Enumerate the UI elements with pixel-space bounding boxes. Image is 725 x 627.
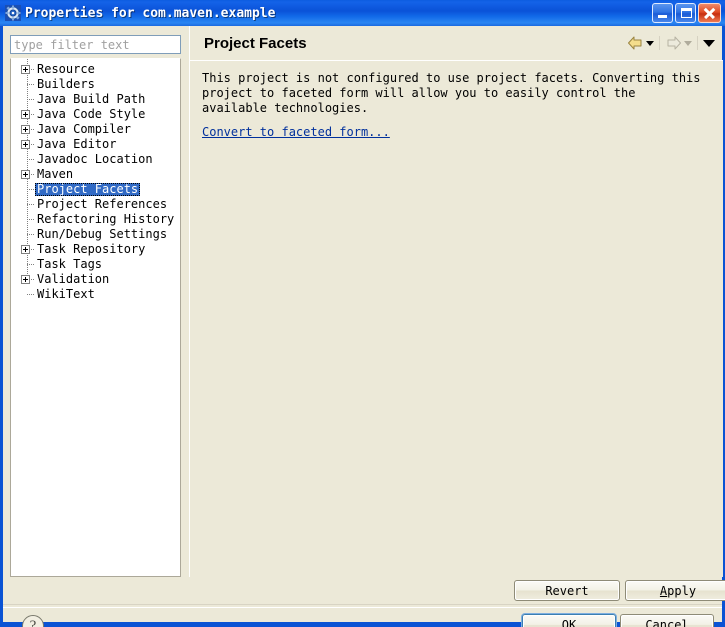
- expand-plus-icon[interactable]: [21, 110, 30, 119]
- tree-item-project-facets[interactable]: Project Facets: [11, 182, 180, 197]
- tree-item-label: Java Editor: [37, 137, 117, 151]
- forward-history-chevron-down-icon: [684, 40, 692, 46]
- tree-item-task-repository[interactable]: Task Repository: [11, 242, 180, 257]
- tree-item-java-code-style[interactable]: Java Code Style: [11, 107, 180, 122]
- tree-connector-stub: [27, 204, 34, 205]
- expand-plus-icon[interactable]: [21, 140, 30, 149]
- tree-item-label: Task Repository: [37, 242, 146, 256]
- back-history-chevron-down-icon[interactable]: [646, 40, 654, 46]
- window-title: Properties for com.maven.example: [25, 5, 276, 21]
- tree-item-task-tags[interactable]: Task Tags: [11, 257, 180, 272]
- tree-item-label: Javadoc Location: [37, 152, 153, 166]
- gear-icon: [5, 5, 21, 21]
- tree-item-wikitext[interactable]: WikiText: [11, 287, 180, 302]
- tree-item-java-compiler[interactable]: Java Compiler: [11, 122, 180, 137]
- tree-item-java-build-path[interactable]: Java Build Path: [11, 92, 180, 107]
- tree-item-maven[interactable]: Maven: [11, 167, 180, 182]
- tree-connector-stub: [27, 189, 34, 190]
- page-header: Project Facets: [190, 26, 723, 60]
- apply-button-label-mnemonic: A: [659, 583, 668, 598]
- tree-connector-stub: [27, 99, 34, 100]
- apply-button-row: Revert Apply: [189, 577, 725, 607]
- apply-button[interactable]: Apply: [625, 580, 725, 601]
- convert-to-faceted-form-link[interactable]: Convert to faceted form...: [202, 125, 390, 139]
- tree-item-builders[interactable]: Builders: [11, 77, 180, 92]
- forward-arrow-icon: [665, 35, 682, 51]
- window-controls: [652, 3, 721, 23]
- tree-item-label: Validation: [37, 272, 110, 286]
- tree-item-label: Project Facets: [35, 182, 141, 196]
- close-button[interactable]: [698, 3, 721, 23]
- tree-item-resource[interactable]: Resource: [11, 62, 180, 77]
- back-arrow-icon[interactable]: [627, 35, 644, 51]
- tree-item-refactoring-history[interactable]: Refactoring History: [11, 212, 180, 227]
- tree-item-label: Refactoring History: [37, 212, 175, 226]
- page-nav-toolbar: [627, 35, 715, 51]
- dialog-client-area: type filter text Resource Builders Java Bu…: [3, 26, 725, 627]
- tree-item-label: Java Compiler: [37, 122, 131, 136]
- settings-tree-pane: type filter text Resource Builders Java Bu…: [3, 26, 189, 577]
- title-bar[interactable]: Properties for com.maven.example: [0, 0, 725, 26]
- tree-item-project-references[interactable]: Project References: [11, 197, 180, 212]
- toolbar-separator-2: [697, 36, 698, 50]
- tree-item-label: Resource: [37, 62, 95, 76]
- tree-item-label: Java Build Path: [37, 92, 146, 106]
- page-title: Project Facets: [204, 34, 307, 52]
- tree-item-javadoc-location[interactable]: Javadoc Location: [11, 152, 180, 167]
- expand-plus-icon[interactable]: [21, 65, 30, 74]
- apply-button-label-rest: pply: [667, 583, 697, 598]
- tree-item-run-debug-settings[interactable]: Run/Debug Settings: [11, 227, 180, 242]
- tree-connector-stub: [27, 219, 34, 220]
- tree-connector-stub: [27, 294, 34, 295]
- tree-connector-stub: [27, 234, 34, 235]
- tree-item-validation[interactable]: Validation: [11, 272, 180, 287]
- tree-item-label: Run/Debug Settings: [37, 227, 168, 241]
- tree-connector-stub: [27, 84, 34, 85]
- filter-input[interactable]: type filter text: [10, 35, 181, 54]
- expand-plus-icon[interactable]: [21, 275, 30, 284]
- expand-plus-icon[interactable]: [21, 125, 30, 134]
- page-description: This project is not configured to use pr…: [202, 71, 701, 115]
- tree-item-label: Maven: [37, 167, 74, 181]
- settings-tree[interactable]: Resource Builders Java Build Path Java Code…: [10, 58, 181, 577]
- tree-item-label: Task Tags: [37, 257, 103, 271]
- footer-divider: [3, 604, 722, 605]
- tree-item-java-editor[interactable]: Java Editor: [11, 137, 180, 152]
- tree-connector-stub: [27, 264, 34, 265]
- maximize-button[interactable]: [675, 3, 696, 23]
- tree-item-label: Builders: [37, 77, 95, 91]
- expand-plus-icon[interactable]: [21, 170, 30, 179]
- minimize-button[interactable]: [652, 3, 673, 23]
- toolbar-separator: [659, 36, 660, 50]
- page-body: This project is not configured to use pr…: [190, 61, 723, 577]
- properties-dialog-window: Properties for com.maven.example type fi…: [0, 0, 725, 627]
- revert-button[interactable]: Revert: [514, 580, 620, 601]
- cancel-button[interactable]: Cancel: [620, 614, 714, 627]
- settings-page-pane: Project Facets This project is not confi…: [189, 26, 723, 577]
- tree-item-label: WikiText: [37, 287, 95, 301]
- tree-item-label: Java Code Style: [37, 107, 146, 121]
- view-menu-chevron-down-icon[interactable]: [703, 39, 715, 47]
- tree-connector-stub: [27, 159, 34, 160]
- ok-button[interactable]: OK: [522, 614, 616, 627]
- tree-item-label: Project References: [37, 197, 168, 211]
- expand-plus-icon[interactable]: [21, 245, 30, 254]
